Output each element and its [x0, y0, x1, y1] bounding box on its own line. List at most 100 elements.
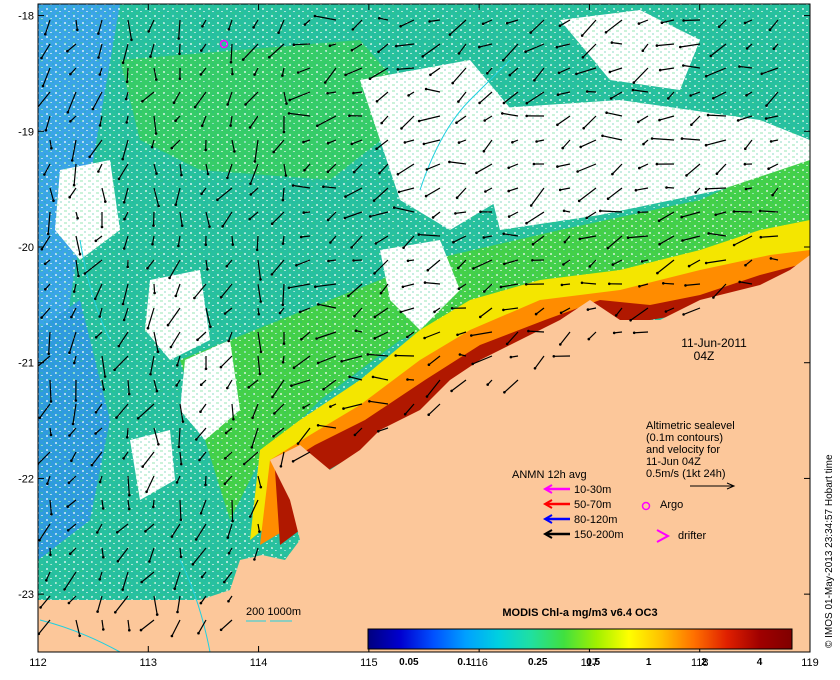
velocity-arrow-head: [576, 170, 579, 173]
velocity-arrow-head: [527, 329, 530, 333]
velocity-arrow-head: [116, 531, 119, 534]
x-tick-label: 113: [140, 657, 158, 669]
velocity-arrow-head: [73, 361, 76, 365]
velocity-arrow-head: [472, 267, 475, 270]
colorbar-tick-label: 0.05: [399, 657, 419, 668]
velocity-arrow-head: [433, 310, 436, 314]
velocity-arrow-head: [200, 124, 204, 127]
date-label: 11-Jun-2011: [681, 336, 747, 350]
velocity-arrow-head: [47, 352, 50, 356]
velocity-arrow-head: [102, 555, 105, 559]
velocity-arrow-head: [637, 22, 641, 25]
velocity-arrow-head: [745, 47, 749, 50]
velocity-arrow-head: [680, 137, 684, 140]
velocity-arrow-head: [149, 55, 152, 58]
velocity-arrow-head: [173, 587, 176, 590]
velocity-arrow-head: [290, 384, 293, 388]
velocity-arrow-head: [141, 100, 144, 103]
velocity-arrow: [256, 235, 259, 250]
velocity-arrow-head: [77, 274, 80, 278]
velocity-arrow-head: [612, 331, 616, 335]
velocity-arrow-head: [352, 170, 356, 174]
velocity-arrow-head: [121, 61, 125, 65]
velocity-arrow-head: [738, 65, 741, 68]
velocity-arrow-head: [98, 480, 102, 484]
velocity-arrow-head: [66, 505, 69, 508]
velocity-arrow-head: [509, 355, 513, 359]
velocity-arrow-head: [426, 268, 430, 272]
velocity-arrow-head: [156, 350, 160, 354]
velocity-arrow-head: [302, 211, 306, 214]
velocity-arrow-head: [423, 281, 427, 284]
velocity-arrow-head: [231, 243, 235, 246]
velocity-arrow-head: [227, 551, 231, 555]
velocity-arrow-head: [483, 290, 486, 293]
velocity-arrow-head: [117, 344, 121, 348]
velocity-arrow-head: [353, 314, 356, 318]
velocity-arrow-head: [350, 142, 354, 146]
velocity-arrow-head: [507, 215, 511, 218]
velocity-arrow-head: [424, 194, 428, 198]
velocity-arrow-head: [227, 27, 231, 31]
velocity-arrow-head: [587, 337, 591, 341]
velocity-arrow-head: [580, 34, 584, 37]
velocity-arrow-head: [457, 287, 461, 291]
velocity-arrow-head: [233, 150, 236, 153]
velocity-arrow-head: [281, 74, 284, 77]
velocity-arrow-head: [505, 342, 509, 346]
velocity-arrow-head: [66, 49, 69, 53]
velocity-arrow-head: [147, 30, 150, 33]
velocity-arrow-head: [248, 217, 251, 221]
velocity-arrow-head: [248, 126, 252, 129]
velocity-arrow-head: [427, 413, 431, 417]
velocity-arrow-head: [152, 224, 155, 227]
velocity-arrow-head: [682, 19, 685, 22]
velocity-arrow-head: [351, 28, 355, 31]
velocity-arrow-head: [226, 103, 229, 106]
velocity-arrow-head: [98, 578, 101, 581]
velocity-arrow-head: [157, 204, 160, 208]
velocity-arrow-head: [272, 435, 275, 438]
velocity-arrow-head: [499, 285, 503, 289]
velocity-arrow-head: [511, 141, 514, 144]
velocity-arrow-head: [226, 536, 230, 539]
velocity-arrow-head: [690, 123, 693, 126]
velocity-arrow-head: [121, 588, 124, 591]
velocity-arrow-head: [94, 432, 97, 435]
velocity-arrow-head: [706, 113, 710, 117]
velocity-arrow-head: [667, 97, 670, 100]
velocity-arrow-head: [127, 507, 131, 511]
velocity-arrow-head: [322, 387, 325, 391]
velocity-arrow-head: [470, 334, 473, 337]
velocity-arrow-head: [252, 26, 255, 29]
velocity-arrow: [126, 427, 129, 438]
velocity-arrow-head: [208, 225, 211, 228]
velocity-arrow-head: [475, 171, 478, 175]
velocity-arrow-head: [76, 28, 79, 32]
velocity-arrow-head: [611, 172, 614, 176]
velocity-arrow-head: [608, 70, 612, 74]
velocity-arrow-head: [650, 137, 654, 140]
colorbar-tick-label: 2: [701, 657, 707, 668]
velocity-arrow-head: [299, 235, 303, 239]
velocity-arrow-head: [760, 72, 764, 76]
velocity-arrow-head: [292, 366, 296, 370]
velocity-arrow-head: [155, 389, 159, 393]
velocity-arrow-head: [559, 343, 562, 346]
velocity-arrow-head: [764, 117, 768, 120]
velocity-arrow-head: [502, 232, 506, 236]
velocity-arrow-head: [104, 200, 107, 203]
velocity-arrow-head: [98, 124, 102, 127]
velocity-arrow-head: [128, 493, 131, 497]
colorbar-tick-label: 0.5: [586, 657, 600, 668]
velocity-arrow-head: [90, 463, 94, 467]
velocity-arrow-head: [679, 45, 682, 49]
velocity-arrow-head: [580, 281, 584, 285]
velocity-arrow-head: [479, 210, 482, 214]
velocity-arrow-head: [502, 58, 505, 62]
velocity-arrow-head: [604, 31, 608, 34]
velocity-arrow-head: [250, 446, 254, 449]
velocity-arrow-head: [122, 457, 125, 460]
velocity-arrow-head: [70, 459, 73, 463]
velocity-arrow-head: [744, 147, 747, 150]
